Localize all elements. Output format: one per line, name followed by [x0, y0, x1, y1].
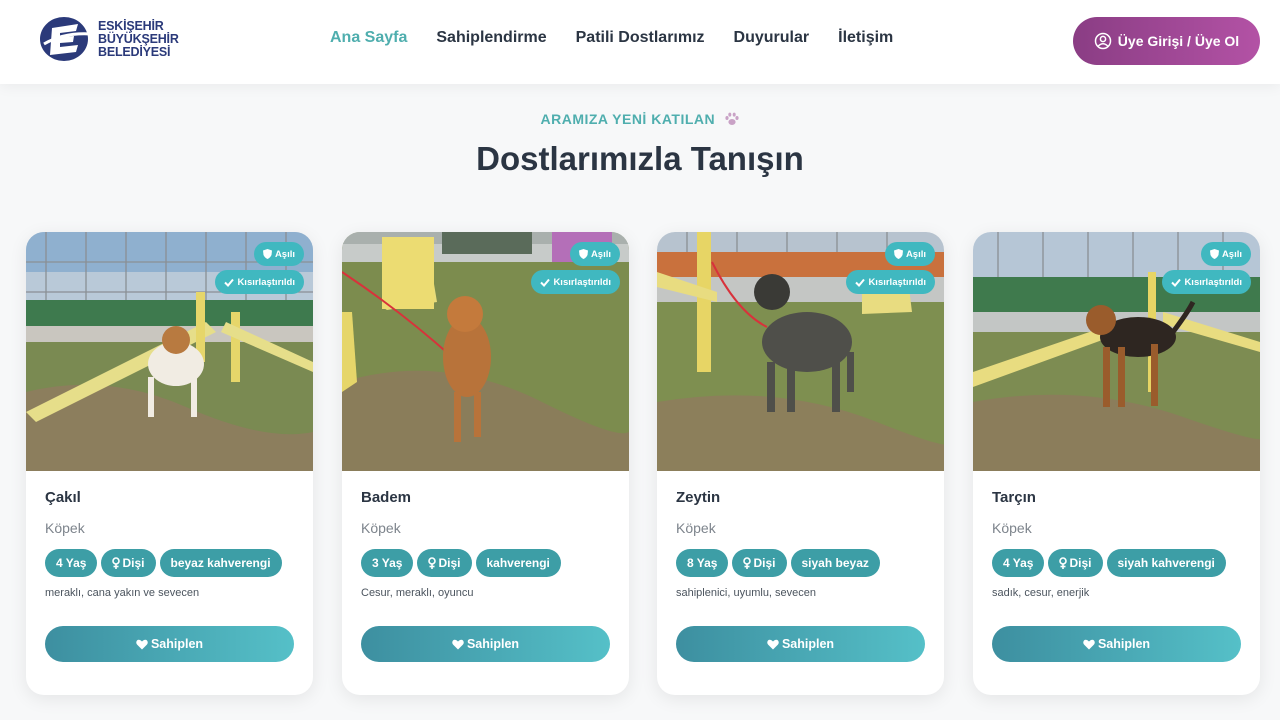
color-tag: beyaz kahverengi	[159, 549, 282, 577]
logo-line: BELEDİYESİ	[98, 44, 171, 59]
neutered-badge: Kısırlaştırıldı	[215, 270, 304, 294]
nav-announcements[interactable]: Duyurular	[734, 29, 810, 47]
pet-card: Aşılı Kısırlaştırıldı Çakıl Köpek 4 Yaş …	[26, 232, 313, 695]
dog-photo-illustration	[26, 232, 313, 471]
pet-photo[interactable]: Aşılı Kısırlaştırıldı	[657, 232, 944, 471]
adopt-button[interactable]: Sahiplen	[992, 626, 1241, 662]
pet-card: Aşılı Kısırlaştırıldı Tarçın Köpek 4 Yaş…	[973, 232, 1260, 695]
main-nav: Ana Sayfa Sahiplendirme Patili Dostlarım…	[330, 29, 922, 47]
logo-emblem-icon	[40, 17, 93, 61]
sex-tag: Dişi	[1048, 549, 1103, 577]
pet-tags: 8 Yaş Dişi siyah beyaz	[676, 549, 884, 577]
nav-adoption[interactable]: Sahiplendirme	[436, 29, 546, 47]
sex-tag: Dişi	[732, 549, 787, 577]
pet-species: Köpek	[676, 520, 716, 536]
checkmark-icon	[224, 278, 235, 287]
pet-photo[interactable]: Aşılı Kısırlaştırıldı	[342, 232, 629, 471]
site-header: ESKİŞEHİR BÜYÜKŞEHİR BELEDİYESİ Ana Sayf…	[0, 0, 1280, 84]
pet-tags: 4 Yaş Dişi beyaz kahverengi	[45, 549, 286, 577]
heart-icon	[136, 639, 148, 649]
shield-icon	[578, 249, 588, 259]
pet-species: Köpek	[361, 520, 401, 536]
age-tag: 8 Yaş	[676, 549, 729, 577]
female-icon	[1059, 557, 1068, 569]
login-register-label: Üye Girişi / Üye Ol	[1117, 33, 1240, 49]
section-subtitle: ARAMIZA YENİ KATILAN	[0, 111, 1280, 127]
heart-icon	[452, 639, 464, 649]
pet-name[interactable]: Badem	[361, 489, 411, 506]
vaccinated-badge: Aşılı	[253, 242, 304, 266]
dog-photo-illustration	[657, 232, 944, 471]
pet-tags: 3 Yaş Dişi kahverengi	[361, 549, 565, 577]
pet-species: Köpek	[45, 520, 85, 536]
age-tag: 3 Yaş	[361, 549, 414, 577]
color-tag: kahverengi	[475, 549, 561, 577]
pet-name[interactable]: Çakıl	[45, 489, 81, 506]
pet-name[interactable]: Tarçın	[992, 489, 1036, 506]
adopt-button[interactable]: Sahiplen	[361, 626, 610, 662]
dog-photo-illustration	[342, 232, 629, 471]
nav-pets[interactable]: Patili Dostlarımız	[576, 29, 705, 47]
adopt-button[interactable]: Sahiplen	[45, 626, 294, 662]
pet-description: sadık, cesur, enerjik	[992, 587, 1090, 599]
female-icon	[743, 557, 752, 569]
pet-tags: 4 Yaş Dişi siyah kahverengi	[992, 549, 1230, 577]
adopt-button[interactable]: Sahiplen	[676, 626, 925, 662]
age-tag: 4 Yaş	[992, 549, 1045, 577]
pet-species: Köpek	[992, 520, 1032, 536]
nav-contact[interactable]: İletişim	[838, 29, 893, 47]
neutered-badge: Kısırlaştırıldı	[1162, 270, 1251, 294]
color-tag: siyah beyaz	[790, 549, 880, 577]
municipality-logo[interactable]: ESKİŞEHİR BÜYÜKŞEHİR BELEDİYESİ	[38, 13, 188, 65]
pet-description: Cesur, meraklı, oyuncu	[361, 587, 474, 599]
vaccinated-badge: Aşılı	[1200, 242, 1251, 266]
neutered-badge: Kısırlaştırıldı	[531, 270, 620, 294]
section-title: Dostlarımızla Tanışın	[476, 140, 804, 177]
female-icon	[428, 557, 437, 569]
logo-line: ESKİŞEHİR	[98, 18, 164, 33]
shield-icon	[893, 249, 903, 259]
login-register-button[interactable]: Üye Girişi / Üye Ol	[1073, 17, 1260, 65]
age-tag: 4 Yaş	[45, 549, 98, 577]
heart-icon	[1083, 639, 1095, 649]
color-tag: siyah kahverengi	[1106, 549, 1226, 577]
checkmark-icon	[540, 278, 551, 287]
dog-photo-illustration	[973, 232, 1260, 471]
pet-description: meraklı, cana yakın ve sevecen	[45, 587, 200, 599]
checkmark-icon	[855, 278, 866, 287]
neutered-badge: Kısırlaştırıldı	[846, 270, 935, 294]
pet-card: Aşılı Kısırlaştırıldı Badem Köpek 3 Yaş …	[342, 232, 629, 695]
pet-description: sahiplenici, uyumlu, sevecen	[676, 587, 817, 599]
pet-photo[interactable]: Aşılı Kısırlaştırıldı	[973, 232, 1260, 471]
pet-photo[interactable]: Aşılı Kısırlaştırıldı	[26, 232, 313, 471]
shield-icon	[262, 249, 272, 259]
logo-line: BÜYÜKŞEHİR	[98, 31, 179, 46]
checkmark-icon	[1171, 278, 1182, 287]
female-icon	[112, 557, 121, 569]
heart-icon	[767, 639, 779, 649]
sex-tag: Dişi	[417, 549, 472, 577]
vaccinated-badge: Aşılı	[569, 242, 620, 266]
pet-card: Aşılı Kısırlaştırıldı Zeytin Köpek 8 Yaş…	[657, 232, 944, 695]
sex-tag: Dişi	[101, 549, 156, 577]
vaccinated-badge: Aşılı	[884, 242, 935, 266]
nav-home[interactable]: Ana Sayfa	[330, 29, 407, 47]
user-circle-icon	[1094, 32, 1112, 50]
pet-name[interactable]: Zeytin	[676, 489, 720, 506]
paw-icon	[724, 112, 739, 125]
shield-icon	[1209, 249, 1219, 259]
pet-cards: Aşılı Kısırlaştırıldı Çakıl Köpek 4 Yaş …	[26, 232, 1260, 702]
